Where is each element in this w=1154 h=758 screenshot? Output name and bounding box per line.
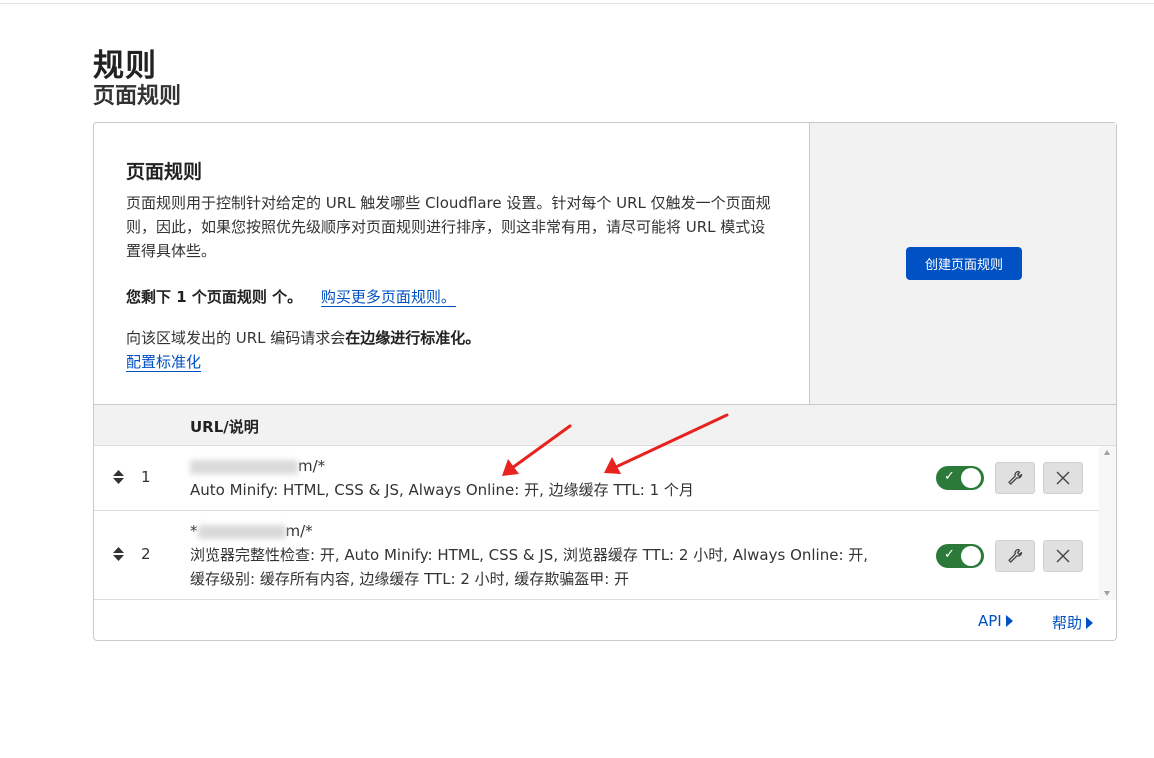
scroll-up-arrow-icon[interactable] — [1104, 450, 1110, 455]
toggle-knob — [961, 546, 981, 566]
toggle-knob — [961, 468, 981, 488]
table-row: 1 m/* Auto Minify: HTML, CSS & JS, Alway… — [94, 446, 1099, 511]
rule-url: m/* — [190, 454, 910, 478]
edit-rule-button[interactable] — [995, 540, 1035, 572]
delete-rule-button[interactable] — [1043, 462, 1083, 494]
play-triangle-icon — [1086, 617, 1094, 629]
rule-info: m/* Auto Minify: HTML, CSS & JS, Always … — [190, 454, 910, 502]
remaining-rules-text: 您剩下 1 个页面规则 个。 — [126, 288, 303, 306]
play-triangle-icon — [1005, 615, 1013, 627]
normalization-prefix: 向该区域发出的 URL 编码请求会 — [126, 329, 346, 347]
card-intro-section: 页面规则 页面规则用于控制针对给定的 URL 触发哪些 Cloudflare 设… — [94, 123, 1116, 405]
check-icon: ✓ — [944, 547, 955, 562]
rule-enabled-toggle[interactable]: ✓ — [936, 466, 984, 490]
rule-url: * m/* — [190, 519, 910, 543]
delete-rule-button[interactable] — [1043, 540, 1083, 572]
sort-icon[interactable] — [113, 470, 124, 484]
rule-info: * m/* 浏览器完整性检查: 开, Auto Minify: HTML, CSS… — [190, 519, 910, 591]
configure-normalization-link[interactable]: 配置标准化 — [126, 353, 202, 372]
close-icon — [1056, 549, 1070, 563]
row-priority: 1 — [141, 468, 151, 486]
rule-description-line: 缓存级别: 缓存所有内容, 边缘缓存 TTL: 2 小时, 缓存欺骗盔甲: 开 — [190, 570, 630, 588]
scroll-down-arrow-icon[interactable] — [1104, 591, 1110, 596]
close-icon — [1056, 471, 1070, 485]
create-page-rule-button[interactable]: 创建页面规则 — [906, 247, 1022, 280]
rules-table-header: URL/说明 — [94, 405, 1116, 446]
normalization-bold: 在边缘进行标准化。 — [345, 329, 481, 347]
page-rules-card: 页面规则 页面规则用于控制针对给定的 URL 触发哪些 Cloudflare 设… — [93, 122, 1117, 641]
buy-more-rules-link[interactable]: 购买更多页面规则。 — [320, 288, 456, 307]
table-row: 2 * m/* 浏览器完整性检查: 开, Auto Minify: HTML, C… — [94, 511, 1099, 600]
redacted-domain — [190, 459, 298, 474]
rule-description-line: 浏览器完整性检查: 开, Auto Minify: HTML, CSS & JS… — [190, 546, 869, 564]
redacted-domain — [197, 524, 286, 539]
rule-description: Auto Minify: HTML, CSS & JS, Always Onli… — [190, 481, 694, 499]
edit-rule-button[interactable] — [995, 462, 1035, 494]
rule-enabled-toggle[interactable]: ✓ — [936, 544, 984, 568]
create-rule-panel: 创建页面规则 — [809, 123, 1116, 404]
api-link[interactable]: API — [978, 612, 1013, 630]
card-body: 页面规则 页面规则用于控制针对给定的 URL 触发哪些 Cloudflare 设… — [126, 157, 776, 263]
help-link-label: 帮助 — [1052, 614, 1083, 632]
card-heading: 页面规则 — [126, 161, 203, 183]
remaining-rules: 您剩下 1 个页面规则 个。 购买更多页面规则。 — [126, 286, 456, 307]
rule-url-suffix: m/* — [285, 522, 313, 540]
card-description: 页面规则用于控制针对给定的 URL 触发哪些 Cloudflare 设置。针对每… — [126, 194, 771, 260]
top-divider — [0, 3, 1154, 4]
column-header-url: URL/说明 — [190, 418, 259, 436]
rules-scrollbar[interactable] — [1099, 446, 1116, 600]
wrench-icon — [1008, 548, 1023, 563]
rule-url-prefix: * — [190, 522, 198, 540]
help-link[interactable]: 帮助 — [1052, 612, 1094, 633]
row-priority: 2 — [141, 545, 151, 563]
sort-icon[interactable] — [113, 547, 124, 561]
normalization-note: 向该区域发出的 URL 编码请求会在边缘进行标准化。 配置标准化 — [126, 326, 480, 374]
rule-url-suffix: m/* — [298, 457, 326, 475]
page-subtitle: 页面规则 — [93, 84, 182, 109]
wrench-icon — [1008, 470, 1023, 485]
check-icon: ✓ — [944, 469, 955, 484]
api-link-label: API — [978, 612, 1002, 630]
